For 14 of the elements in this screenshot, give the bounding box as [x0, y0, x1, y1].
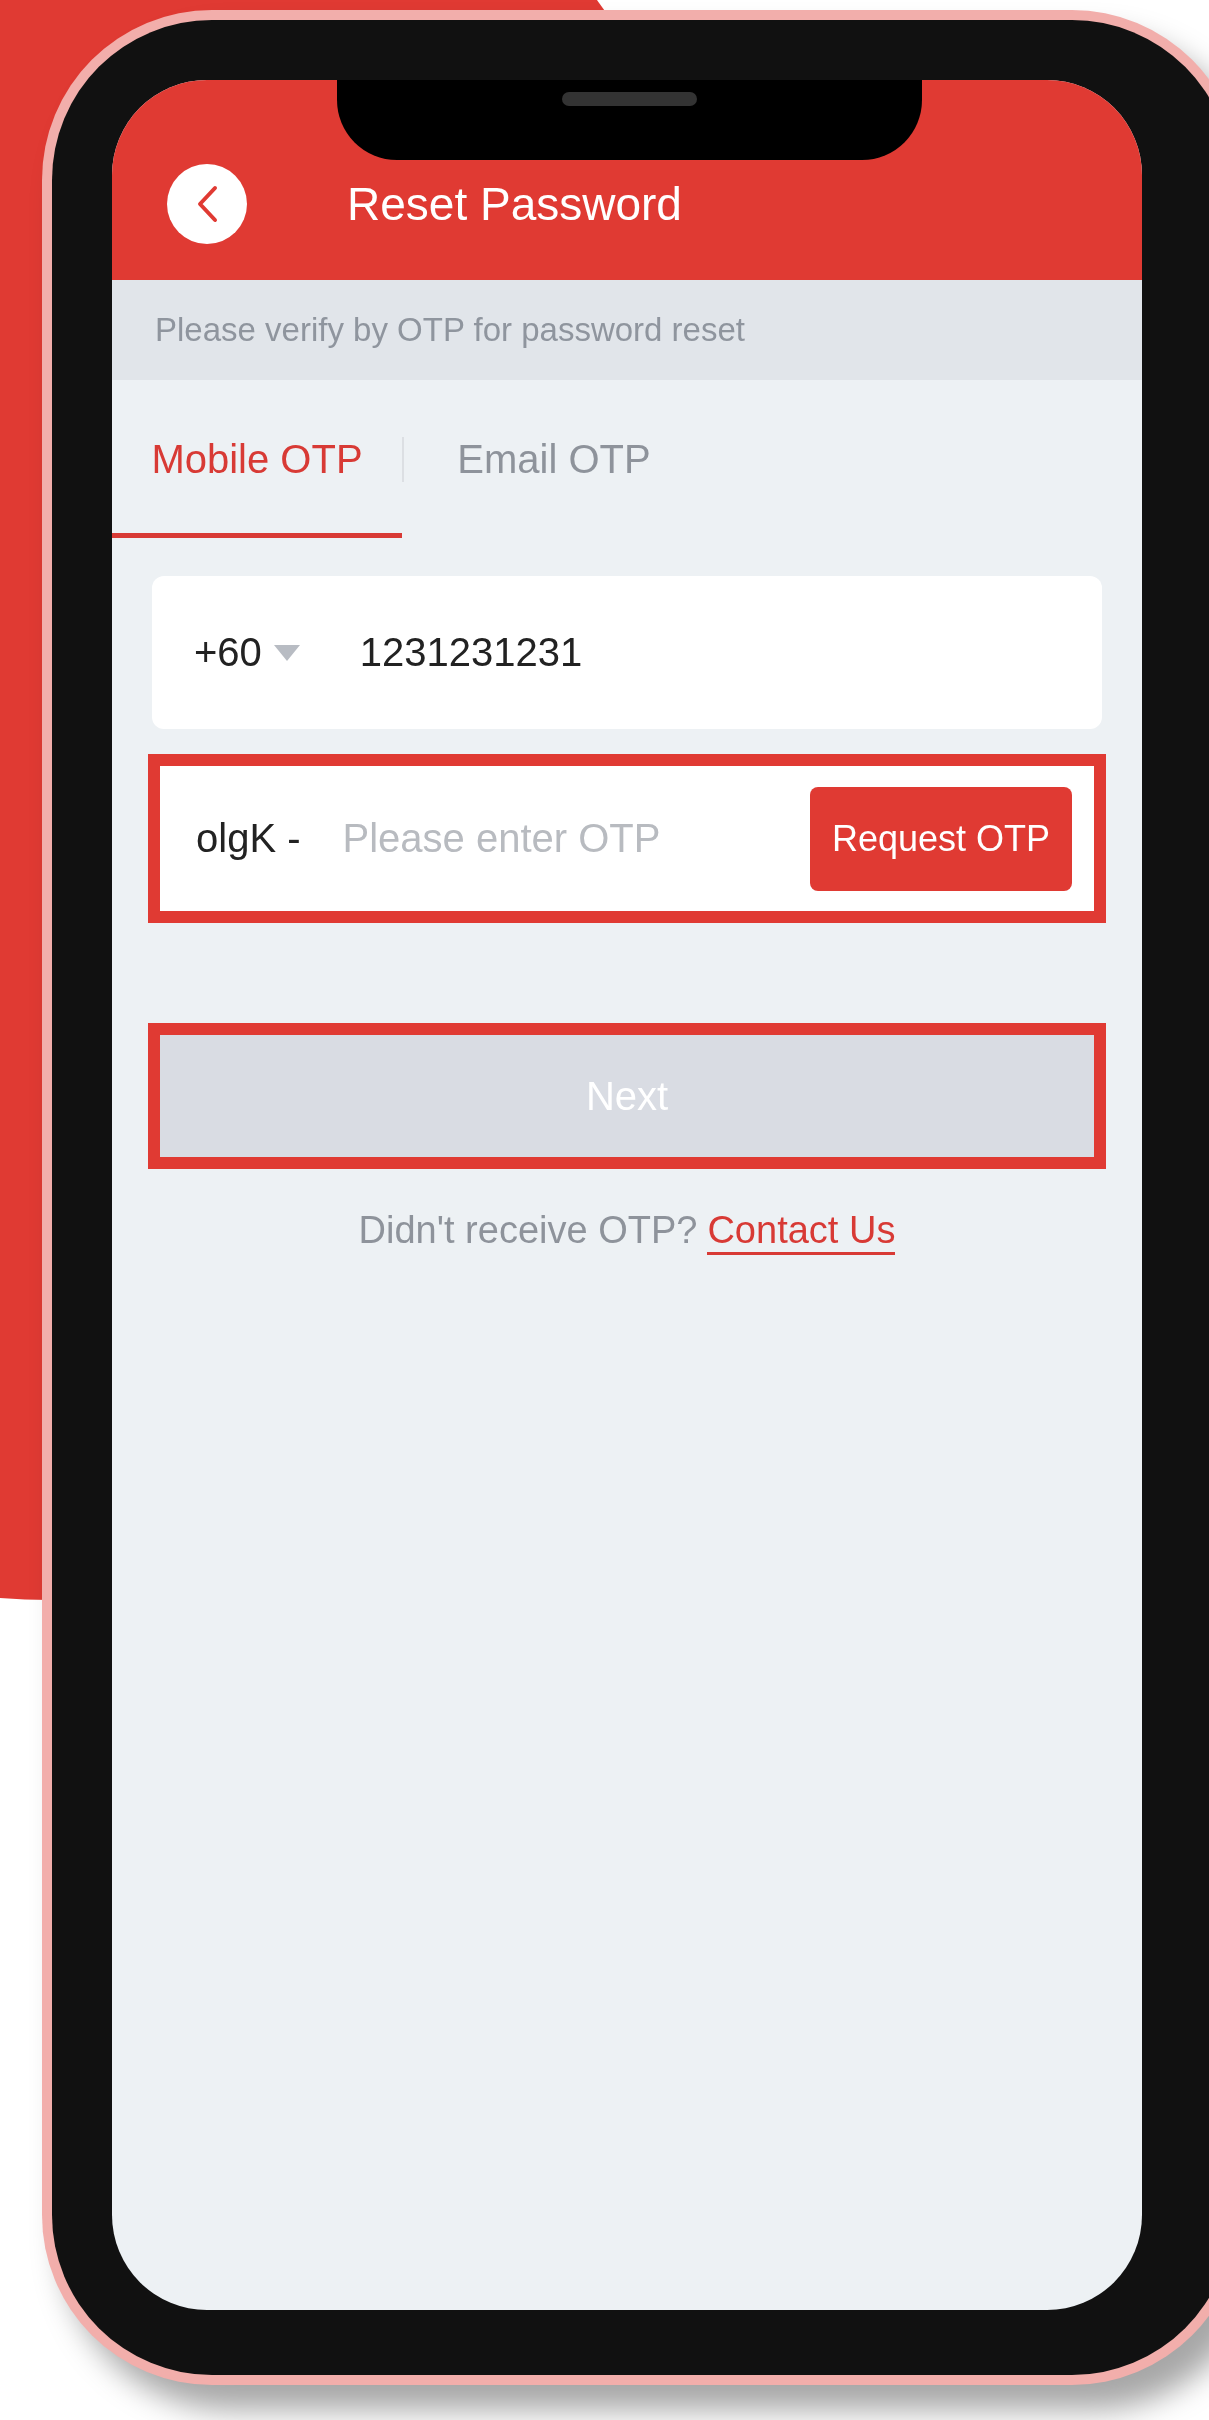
page-title: Reset Password	[347, 177, 682, 232]
tab[interactable]: Email OTP	[404, 380, 704, 538]
chevron-left-icon	[195, 184, 219, 224]
contact-us-link[interactable]: Contact Us	[707, 1209, 896, 1255]
notice-text: Please verify by OTP for password reset	[112, 280, 1142, 380]
request-otp-button[interactable]: Request OTP	[809, 786, 1072, 891]
phone-number-value: 1231231231	[359, 630, 583, 675]
country-code-dropdown[interactable]: +60	[194, 630, 300, 675]
phone-field[interactable]: +60 1231231231	[152, 576, 1102, 729]
otp-prefix: olgK -	[196, 816, 301, 861]
otp-field[interactable]: olgK - Please enter OTP Request OTP	[160, 766, 1094, 911]
tab[interactable]: Mobile OTP	[112, 380, 402, 538]
caret-down-icon	[273, 644, 300, 661]
help-text: Didn't receive OTP?	[358, 1209, 698, 1252]
